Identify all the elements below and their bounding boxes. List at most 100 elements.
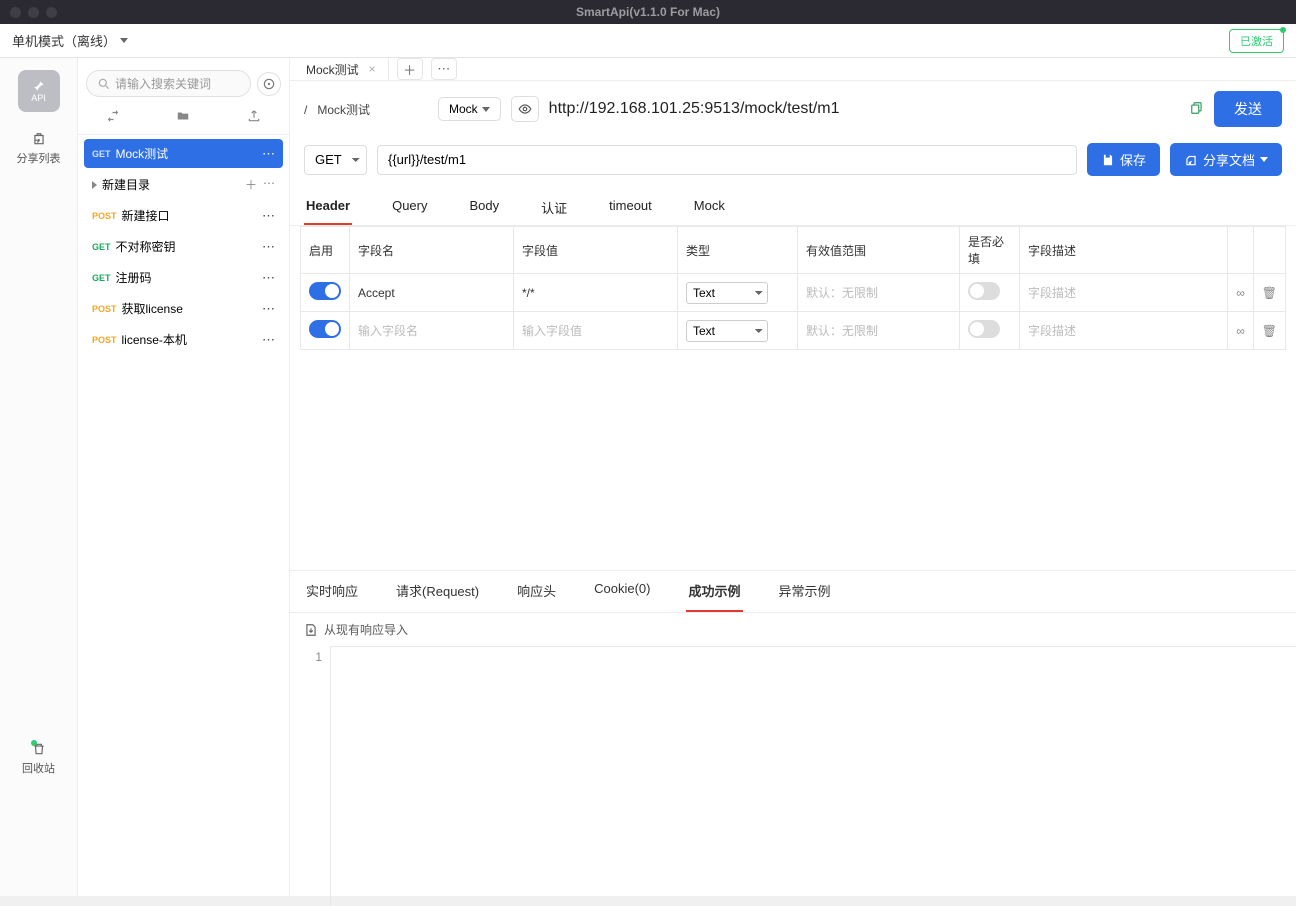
- export-icon[interactable]: [247, 109, 261, 128]
- subtab-query[interactable]: Query: [390, 190, 429, 225]
- search-settings-button[interactable]: [257, 72, 281, 96]
- response-tab-2[interactable]: 响应头: [515, 571, 558, 612]
- field-name[interactable]: Accept: [358, 286, 395, 300]
- more-icon[interactable]: ⋯: [262, 270, 275, 286]
- window-title: SmartApi(v1.1.0 For Mac): [576, 5, 720, 19]
- search-icon: [97, 77, 111, 91]
- url-input[interactable]: [377, 145, 1077, 175]
- desc-text[interactable]: 字段描述: [1028, 286, 1076, 300]
- more-icon[interactable]: ⋯: [262, 332, 275, 348]
- save-button[interactable]: 保存: [1087, 143, 1160, 176]
- share-icon: [32, 132, 46, 146]
- more-icon[interactable]: ⋯: [263, 176, 275, 193]
- api-tree: GETMock测试⋯新建目录＋⋯POST新建接口⋯GET不对称密钥⋯GET注册码…: [78, 135, 289, 360]
- col-required: 是否必填: [960, 227, 1020, 274]
- response-tab-4[interactable]: 成功示例: [686, 571, 742, 612]
- method-badge: POST: [92, 304, 117, 314]
- tab-mock-test[interactable]: Mock测试 ×: [294, 58, 389, 80]
- link-icon[interactable]: ∞: [1236, 286, 1245, 300]
- subtab-header[interactable]: Header: [304, 190, 352, 225]
- share-label: 分享列表: [17, 150, 61, 166]
- trash-label: 回收站: [22, 760, 55, 776]
- enable-toggle[interactable]: [309, 320, 341, 338]
- subtab-mock[interactable]: Mock: [692, 190, 727, 225]
- subtab-认证[interactable]: 认证: [539, 190, 569, 225]
- tree-item-4[interactable]: GET 注册码 ⋯: [84, 263, 283, 292]
- table-row: Accept */* Text 默认：无限制 字段描述 ∞ 🗑: [301, 274, 1286, 312]
- send-button[interactable]: 发送: [1214, 91, 1282, 127]
- code-area[interactable]: [330, 646, 1296, 906]
- tree-item-label: 注册码: [116, 269, 152, 286]
- share-list-button[interactable]: 分享列表: [17, 132, 61, 166]
- example-editor: 1: [290, 646, 1296, 906]
- type-select[interactable]: Text: [686, 320, 768, 342]
- tree-item-2[interactable]: POST新建接口⋯: [84, 201, 283, 230]
- share-doc-icon: [1184, 153, 1198, 167]
- import-from-response-button[interactable]: 从现有响应导入: [290, 613, 1296, 646]
- delete-icon[interactable]: 🗑: [1262, 286, 1277, 300]
- tree-item-1[interactable]: 新建目录＋⋯: [84, 170, 283, 199]
- tree-item-5[interactable]: POST 获取license ⋯: [84, 294, 283, 323]
- more-icon[interactable]: ⋯: [262, 146, 275, 162]
- tab-more-button[interactable]: ⋯: [431, 58, 457, 80]
- subtab-body[interactable]: Body: [467, 190, 501, 225]
- mode-selector[interactable]: 单机模式（离线）: [12, 31, 128, 50]
- method-badge: GET: [92, 149, 111, 159]
- enable-toggle[interactable]: [309, 282, 341, 300]
- activated-badge[interactable]: 已激活: [1229, 29, 1284, 53]
- subtab-timeout[interactable]: timeout: [607, 190, 654, 225]
- response-tab-3[interactable]: Cookie(0): [592, 571, 652, 612]
- traffic-lights: [10, 7, 57, 18]
- chevron-down-icon: [1260, 157, 1268, 162]
- editor-tabs: Mock测试 × ＋ ⋯: [290, 58, 1296, 81]
- sort-icon[interactable]: [106, 109, 120, 128]
- more-icon[interactable]: ⋯: [262, 239, 275, 255]
- tree-item-3[interactable]: GET不对称密钥⋯: [84, 232, 283, 261]
- mock-toggle-button[interactable]: Mock: [438, 97, 501, 121]
- col-desc: 字段描述: [1020, 227, 1228, 274]
- field-value[interactable]: */*: [522, 286, 535, 300]
- share-doc-button[interactable]: 分享文档: [1170, 143, 1282, 176]
- zoom-window-icon[interactable]: [46, 7, 57, 18]
- add-icon[interactable]: ＋: [245, 176, 257, 193]
- tab-label: Mock测试: [306, 61, 359, 78]
- folder-icon[interactable]: [176, 109, 190, 128]
- recycle-bin-button[interactable]: 回收站: [22, 742, 55, 776]
- range-text[interactable]: 默认：无限制: [806, 324, 878, 338]
- field-value-input[interactable]: [522, 324, 669, 338]
- method-select[interactable]: GET: [304, 145, 367, 175]
- type-select[interactable]: Text: [686, 282, 768, 304]
- request-subtabs: Header Query Body 认证 timeout Mock: [290, 190, 1296, 226]
- minimize-window-icon[interactable]: [28, 7, 39, 18]
- method-badge: GET: [92, 273, 111, 283]
- headers-table: 启用 字段名 字段值 类型 有效值范围 是否必填 字段描述 Accept*/*T…: [300, 226, 1286, 350]
- breadcrumb-item[interactable]: Mock测试: [317, 103, 370, 117]
- response-tab-5[interactable]: 异常示例: [777, 571, 833, 612]
- tree-item-6[interactable]: POSTlicense-本机⋯: [84, 325, 283, 354]
- col-value: 字段值: [514, 227, 678, 274]
- mode-label: 单机模式（离线）: [12, 31, 116, 50]
- desc-text[interactable]: 字段描述: [1028, 324, 1076, 338]
- preview-button[interactable]: [511, 96, 539, 122]
- tree-item-0[interactable]: GETMock测试⋯: [84, 139, 283, 168]
- response-tab-1[interactable]: 请求(Request): [394, 571, 481, 612]
- tree-item-label: 获取license: [122, 300, 183, 317]
- required-toggle[interactable]: [968, 320, 1000, 338]
- required-toggle[interactable]: [968, 282, 1000, 300]
- close-icon[interactable]: ×: [369, 62, 376, 76]
- response-tab-0[interactable]: 实时响应: [304, 571, 360, 612]
- copy-icon[interactable]: [1190, 101, 1204, 118]
- close-window-icon[interactable]: [10, 7, 21, 18]
- sidebar: 请输入搜索关键词 GETMock测试⋯新建目录＋⋯POST新建接口⋯GET不对称…: [78, 58, 290, 896]
- search-input[interactable]: 请输入搜索关键词: [86, 70, 251, 97]
- link-icon[interactable]: ∞: [1236, 324, 1245, 338]
- add-tab-button[interactable]: ＋: [397, 58, 423, 80]
- more-icon[interactable]: ⋯: [262, 208, 275, 224]
- api-button[interactable]: API: [18, 70, 60, 112]
- api-label: API: [31, 93, 46, 103]
- field-name-input[interactable]: [358, 324, 505, 338]
- more-icon[interactable]: ⋯: [262, 301, 275, 317]
- response-tabs: 实时响应请求(Request) 响应头 Cookie(0) 成功示例异常示例: [290, 570, 1296, 613]
- delete-icon[interactable]: 🗑: [1262, 324, 1277, 338]
- range-text[interactable]: 默认：无限制: [806, 286, 878, 300]
